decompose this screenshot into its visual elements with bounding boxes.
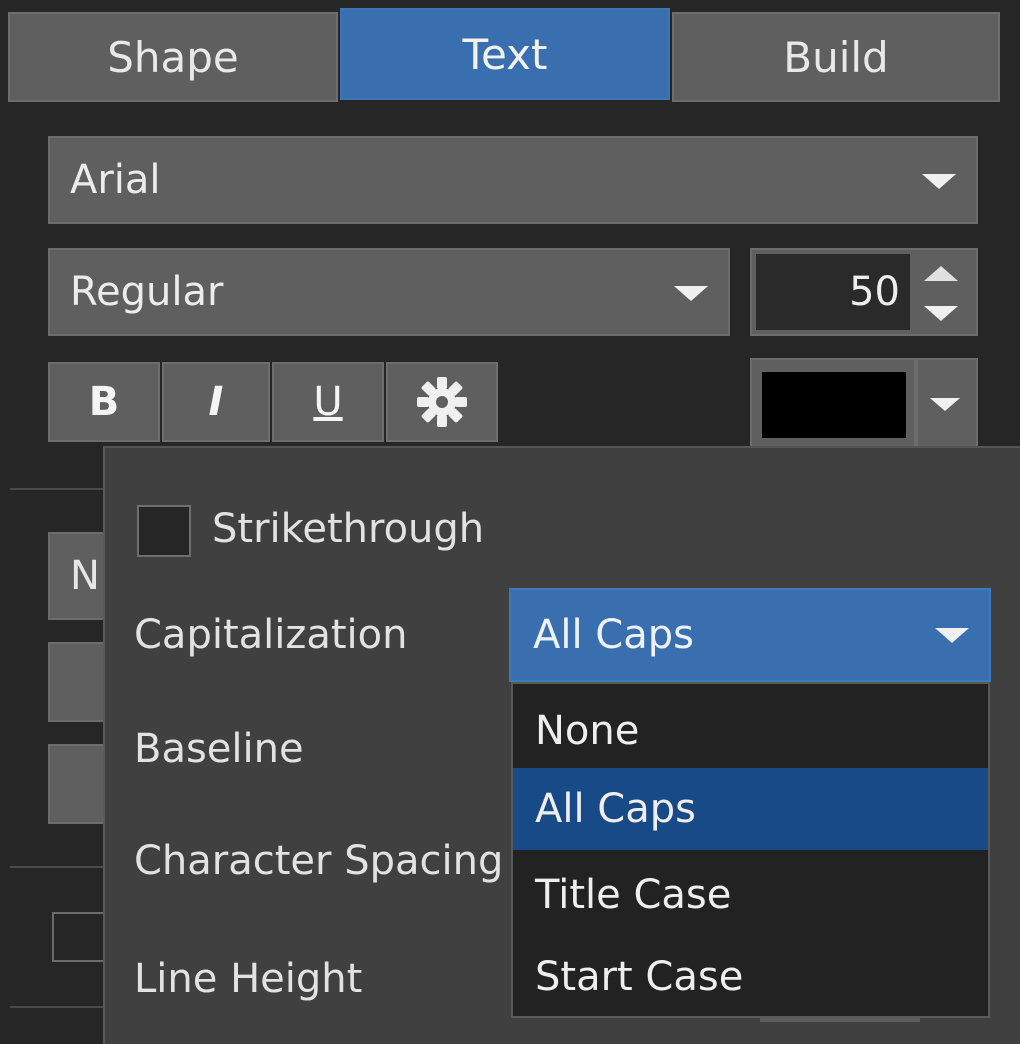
font-size-stepper[interactable]: 50 bbox=[750, 248, 978, 336]
gear-icon bbox=[417, 377, 467, 427]
option-all-caps[interactable]: All Caps bbox=[513, 768, 988, 850]
chevron-down-icon bbox=[935, 628, 969, 643]
capitalization-options-list: None All Caps Title Case Start Case bbox=[511, 682, 990, 1018]
decrement-arrow-icon[interactable] bbox=[924, 306, 958, 321]
underline-button[interactable]: U bbox=[272, 362, 384, 442]
underline-label: U bbox=[313, 379, 343, 425]
chevron-down-icon bbox=[922, 174, 956, 189]
character-spacing-label: Character Spacing bbox=[134, 838, 504, 884]
option-start-case[interactable]: Start Case bbox=[513, 936, 988, 1018]
italic-button[interactable]: I bbox=[162, 362, 270, 442]
font-style-value: Regular bbox=[70, 269, 224, 315]
partial-checkbox[interactable] bbox=[52, 912, 108, 962]
partial-dropdown-text: N bbox=[70, 553, 100, 599]
capitalization-label: Capitalization bbox=[134, 612, 408, 658]
capitalization-value: All Caps bbox=[533, 612, 694, 658]
more-options-button[interactable] bbox=[386, 362, 498, 442]
italic-label: I bbox=[208, 379, 224, 425]
partial-control[interactable] bbox=[48, 642, 108, 722]
increment-arrow-icon[interactable] bbox=[924, 266, 958, 281]
font-family-value: Arial bbox=[70, 157, 161, 203]
line-height-label: Line Height bbox=[134, 956, 363, 1002]
baseline-label: Baseline bbox=[134, 726, 304, 772]
partial-dropdown[interactable]: N bbox=[48, 532, 108, 620]
font-size-input[interactable]: 50 bbox=[756, 254, 910, 330]
text-color-swatch-button[interactable] bbox=[750, 358, 916, 448]
font-style-dropdown[interactable]: Regular bbox=[48, 248, 730, 336]
color-dropdown-button[interactable] bbox=[916, 358, 978, 448]
section-divider bbox=[10, 866, 104, 868]
tab-shape[interactable]: Shape bbox=[8, 12, 338, 102]
color-swatch bbox=[762, 372, 906, 438]
option-none[interactable]: None bbox=[513, 690, 988, 772]
tab-text[interactable]: Text bbox=[340, 8, 670, 100]
chevron-down-icon bbox=[674, 286, 708, 301]
partial-control[interactable] bbox=[48, 744, 108, 824]
option-title-case[interactable]: Title Case bbox=[513, 854, 988, 936]
chevron-down-icon bbox=[930, 398, 960, 411]
bold-label: B bbox=[88, 379, 120, 425]
bold-button[interactable]: B bbox=[48, 362, 160, 442]
capitalization-dropdown[interactable]: All Caps bbox=[509, 588, 991, 682]
font-family-dropdown[interactable]: Arial bbox=[48, 136, 978, 224]
section-divider bbox=[10, 1006, 104, 1008]
strikethrough-label: Strikethrough bbox=[212, 506, 485, 552]
strikethrough-checkbox[interactable] bbox=[137, 505, 191, 557]
tab-build[interactable]: Build bbox=[672, 12, 1000, 102]
section-divider bbox=[10, 488, 104, 490]
